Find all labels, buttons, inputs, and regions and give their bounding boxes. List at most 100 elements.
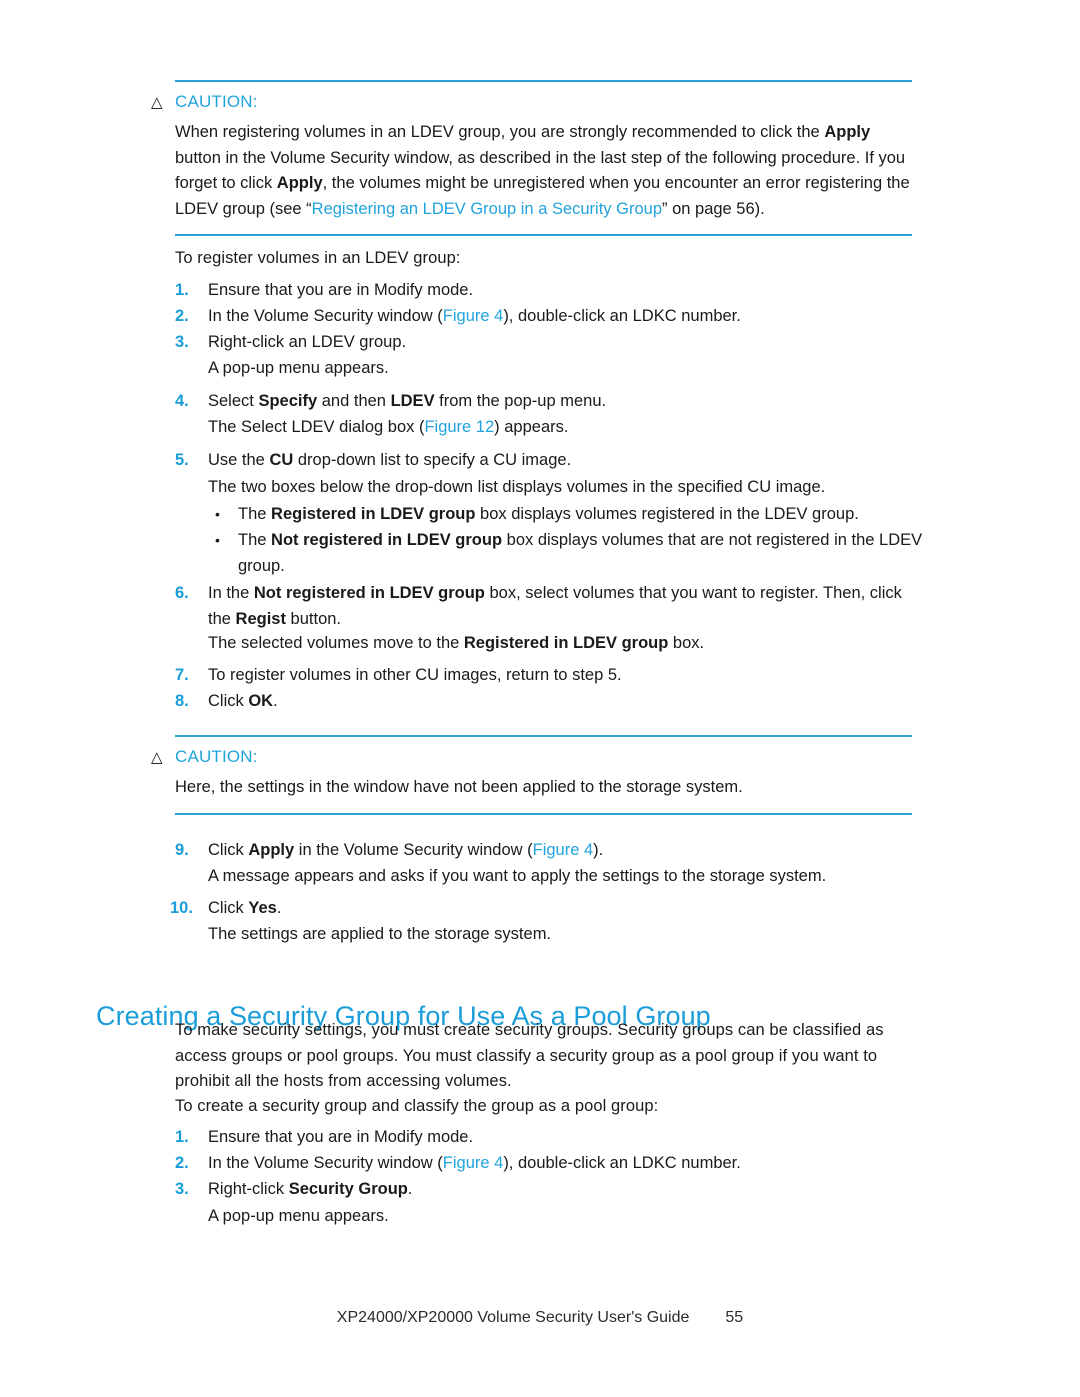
step-seg: . <box>407 1180 413 1198</box>
step-continuation-1: A pop-up menu appears. <box>208 359 389 377</box>
step-number: 1. <box>175 281 189 299</box>
step-bold-apply: Apply <box>248 841 295 859</box>
page-footer: XP24000/XP20000 Volume Security User's G… <box>0 1309 1080 1327</box>
step-text: Click Apply in the Volume Security windo… <box>208 837 915 863</box>
step2-item-1: 1. Ensure that you are in Modify mode. <box>175 1124 915 1150</box>
bullet-dot-icon: • <box>215 506 220 522</box>
warning-triangle-icon: △ <box>151 94 163 111</box>
step-text: In the Not registered in LDEV group box,… <box>208 580 915 632</box>
caution-admonition-2: △ CAUTION: Here, the settings in the win… <box>151 735 912 815</box>
warning-triangle-icon: △ <box>151 749 163 766</box>
bullet-bold-registered: Registered in LDEV group <box>271 505 476 523</box>
step-seg: . <box>276 899 282 917</box>
cross-reference-link[interactable]: Registering an LDEV Group in a Security … <box>312 200 662 218</box>
step-number: 2. <box>175 307 189 325</box>
cont-seg: The Select LDEV dialog box ( <box>208 418 425 436</box>
step-text: Click Yes. <box>208 895 915 921</box>
bullet-item-2: • The Not registered in LDEV group box d… <box>215 527 930 579</box>
step-item-7: 7. To register volumes in other CU image… <box>175 662 915 688</box>
bullet-seg: The <box>238 531 272 549</box>
step-item-6: 6. In the Not registered in LDEV group b… <box>175 580 915 632</box>
footer-title: XP24000/XP20000 Volume Security User's G… <box>336 1309 690 1326</box>
caution-top-rule <box>175 735 912 737</box>
figure-link[interactable]: Figure 4 <box>443 307 504 325</box>
step-text: Ensure that you are in Modify mode. <box>208 277 915 303</box>
step-item-1: 1. Ensure that you are in Modify mode. <box>175 277 915 303</box>
step-text: Select Specify and then LDEV from the po… <box>208 388 915 414</box>
step-text: Use the CU drop-down list to specify a C… <box>208 447 915 473</box>
step-continuation-6: The settings are applied to the storage … <box>208 925 552 943</box>
step-continuation-3: The two boxes below the drop-down list d… <box>208 478 826 496</box>
caution-header: △ CAUTION: <box>149 746 912 769</box>
step-item-5: 5. Use the CU drop-down list to specify … <box>175 447 915 473</box>
step-seg: In the <box>208 584 254 602</box>
step-seg: and then <box>317 392 391 410</box>
step-seg: . <box>273 692 278 710</box>
document-page: △ CAUTION: When registering volumes in a… <box>0 0 1080 1397</box>
step-text: Right-click an LDEV group. <box>208 329 915 355</box>
step-seg: Click <box>208 899 249 917</box>
caution-bottom-rule <box>175 812 912 815</box>
step-seg: Right-click an LDEV group. <box>208 333 407 351</box>
caution-label: CAUTION: <box>175 747 258 766</box>
caution-bold-apply-2: Apply <box>276 174 323 192</box>
step-bold-yes: Yes <box>248 899 277 917</box>
step-text: In the Volume Security window (Figure 4)… <box>208 1150 915 1176</box>
step-continuation-4: The selected volumes move to the Registe… <box>208 630 908 656</box>
step-number: 1. <box>175 1128 189 1146</box>
step-seg: In the Volume Security window ( <box>208 1154 443 1172</box>
step-item-2: 2. In the Volume Security window (Figure… <box>175 303 915 329</box>
step-number: 6. <box>175 584 189 602</box>
caution-label: CAUTION: <box>175 92 258 111</box>
figure-link[interactable]: Figure 4 <box>443 1154 504 1172</box>
caution-top-rule <box>175 80 912 82</box>
step-seg: from the pop-up menu. <box>434 392 607 410</box>
footer-page-number: 55 <box>725 1309 744 1326</box>
step-seg: Select <box>208 392 259 410</box>
step-number: 2. <box>175 1154 189 1172</box>
step-number: 4. <box>175 392 189 410</box>
step-number: 9. <box>175 841 189 859</box>
cont-seg: ) appears. <box>494 418 569 436</box>
step-number: 3. <box>175 333 189 351</box>
figure-link[interactable]: Figure 12 <box>424 418 494 436</box>
bullet-item-1: • The Registered in LDEV group box displ… <box>215 501 915 527</box>
step-bold-specify: Specify <box>258 392 318 410</box>
step2-item-2: 2. In the Volume Security window (Figure… <box>175 1150 915 1176</box>
bullet-text: The Registered in LDEV group box display… <box>238 501 915 527</box>
figure-link[interactable]: Figure 4 <box>533 841 594 859</box>
step-number: 3. <box>175 1180 189 1198</box>
step-number: 5. <box>175 451 189 469</box>
step-text: Right-click Security Group. <box>208 1176 915 1202</box>
step-seg: ). <box>593 841 604 859</box>
cont-seg: The selected volumes move to the <box>208 634 464 652</box>
caution-text-seg-4: ” on page 56). <box>662 199 765 218</box>
step-number: 7. <box>175 666 189 684</box>
intro-paragraph-1: To register volumes in an LDEV group: <box>175 249 461 267</box>
step-seg: ), double-click an LDKC number. <box>503 1154 741 1172</box>
step-item-10: 10. Click Yes. <box>170 895 915 921</box>
bullet-seg: The <box>238 505 272 523</box>
step-item-8: 8. Click OK. <box>175 688 915 714</box>
step-text: Click OK. <box>208 688 915 714</box>
step-bold-ldev: LDEV <box>390 392 435 410</box>
step-seg: Click <box>208 692 249 710</box>
step-text: Ensure that you are in Modify mode. <box>208 1124 915 1150</box>
step-seg: Ensure that you are in Modify mode. <box>208 281 474 299</box>
bullet-bold-not-registered: Not registered in LDEV group <box>271 531 503 549</box>
step-seg: button. <box>285 610 342 628</box>
caution-body-text: When registering volumes in an LDEV grou… <box>175 120 912 222</box>
step2-item-3: 3. Right-click Security Group. <box>175 1176 915 1202</box>
bullet-dot-icon: • <box>215 532 220 548</box>
caution-body-text: Here, the settings in the window have no… <box>175 778 743 796</box>
bullet-text: The Not registered in LDEV group box dis… <box>238 527 930 579</box>
bullet-seg: box displays volumes registered in the L… <box>475 505 859 523</box>
step-continuation-5: A message appears and asks if you want t… <box>208 867 827 885</box>
step-seg: In the Volume Security window ( <box>208 307 443 325</box>
step-bold-cu: CU <box>269 451 294 469</box>
section-paragraph-1: To make security settings, you must crea… <box>175 1021 884 1090</box>
caution-text-seg-1: When registering volumes in an LDEV grou… <box>175 123 825 141</box>
step-number: 10. <box>170 899 193 917</box>
step-seg: To register volumes in other CU images, … <box>208 666 622 684</box>
cont-bold-registered: Registered in LDEV group <box>463 634 669 652</box>
